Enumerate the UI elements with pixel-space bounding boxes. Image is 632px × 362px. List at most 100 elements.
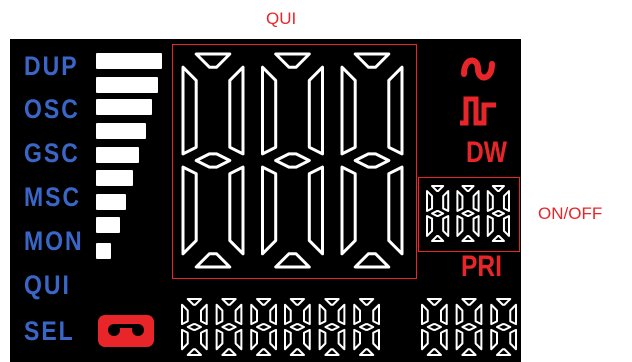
digit-segment — [461, 185, 475, 193]
digit-segment — [318, 328, 327, 351]
level-bar-segment — [96, 99, 152, 115]
digit-segment — [474, 303, 483, 326]
seven-segment-digit — [181, 298, 208, 356]
digit-segment — [274, 52, 311, 69]
digit-segment — [421, 303, 429, 326]
digit-segment — [496, 348, 512, 356]
digit-segment — [491, 209, 505, 218]
digit-segment — [491, 234, 505, 242]
digit-segment — [228, 165, 245, 256]
digit-segment — [442, 190, 450, 212]
digit-segment — [474, 328, 483, 351]
bottom-left-digit-display — [181, 298, 277, 356]
digit-segment — [426, 348, 442, 356]
digit-segment — [269, 303, 277, 326]
digit-segment — [318, 303, 327, 326]
dw-label: DW — [466, 136, 507, 169]
digit-segment — [274, 252, 311, 269]
digit-segment — [359, 323, 375, 331]
digit-segment — [199, 303, 208, 326]
seven-segment-digit — [490, 298, 517, 356]
digit-segment — [186, 348, 202, 356]
digit-segment — [461, 234, 475, 242]
seven-segment-digit — [318, 298, 346, 356]
digit-segment — [496, 323, 512, 331]
digit-segment — [431, 185, 445, 193]
digit-segment — [302, 328, 311, 351]
bottom-middle-digit-display — [284, 298, 380, 356]
digit-segment — [353, 303, 362, 326]
digit-segment — [455, 328, 464, 351]
lcd-display: DUP OSC GSC MSC MON QUI SEL DW PRI — [10, 39, 521, 362]
digit-segment — [337, 328, 346, 351]
seven-segment-digit — [486, 185, 510, 242]
digit-segment — [456, 190, 464, 212]
digit-segment — [442, 215, 450, 237]
digit-segment — [194, 152, 232, 169]
cassette-icon[interactable] — [96, 313, 156, 349]
mode-label-qui[interactable]: QUI — [24, 270, 94, 301]
sine-wave-icon[interactable] — [458, 52, 498, 86]
square-wave-icon[interactable] — [456, 93, 500, 127]
digit-segment — [472, 190, 480, 212]
digit-segment — [439, 328, 448, 351]
digit-segment — [181, 65, 198, 156]
digit-segment — [372, 328, 380, 351]
digit-segment — [461, 348, 477, 356]
level-bar-segment — [96, 170, 133, 186]
digit-segment — [324, 348, 340, 356]
digit-segment — [215, 303, 224, 326]
seven-segment-digit — [353, 298, 380, 356]
seven-segment-digit — [215, 298, 243, 356]
digit-segment — [274, 152, 311, 169]
digit-segment — [359, 298, 375, 306]
digit-segment — [289, 323, 305, 331]
digit-segment — [199, 328, 208, 351]
mode-label-osc[interactable]: OSC — [24, 94, 94, 125]
seven-segment-digit — [455, 298, 483, 356]
digit-segment — [284, 328, 292, 351]
digit-segment — [372, 303, 380, 326]
seven-segment-digit — [250, 298, 277, 356]
digit-segment — [261, 165, 278, 256]
mode-label-sel[interactable]: SEL — [24, 316, 94, 347]
digit-segment — [387, 65, 404, 156]
level-bar-segment — [96, 243, 111, 259]
digit-segment — [234, 303, 243, 326]
digit-segment — [324, 298, 340, 306]
mode-label-dup[interactable]: DUP — [24, 51, 94, 82]
digit-segment — [509, 328, 517, 351]
digit-segment — [250, 328, 259, 351]
digit-segment — [340, 165, 357, 256]
digit-segment — [431, 234, 445, 242]
digit-segment — [181, 165, 198, 256]
digit-segment — [256, 323, 272, 331]
mode-label-gsc[interactable]: GSC — [24, 138, 94, 169]
seven-segment-digit — [284, 298, 311, 356]
mode-label-mon[interactable]: MON — [24, 226, 94, 257]
onoff-digit-display — [426, 185, 510, 242]
digit-segment — [324, 323, 340, 331]
seven-segment-digit — [261, 52, 324, 269]
digit-segment — [302, 303, 311, 326]
digit-segment — [456, 215, 464, 237]
digit-segment — [234, 328, 243, 351]
level-bar-segment — [96, 217, 120, 233]
digit-segment — [426, 298, 442, 306]
bottom-right-digit-display — [421, 298, 517, 356]
mode-label-msc[interactable]: MSC — [24, 182, 94, 213]
digit-segment — [284, 303, 292, 326]
digit-segment — [186, 323, 202, 331]
onoff-annotation-label: ON/OFF — [538, 204, 603, 223]
digit-segment — [215, 328, 224, 351]
digit-segment — [256, 298, 272, 306]
digit-segment — [486, 215, 494, 237]
digit-segment — [353, 52, 391, 69]
seven-segment-digit — [426, 185, 450, 242]
digit-segment — [194, 252, 232, 269]
digit-segment — [496, 298, 512, 306]
seven-segment-digit — [421, 298, 448, 356]
main-digit-display — [181, 52, 404, 269]
level-bar-segment — [96, 53, 162, 69]
digit-segment — [181, 328, 189, 351]
